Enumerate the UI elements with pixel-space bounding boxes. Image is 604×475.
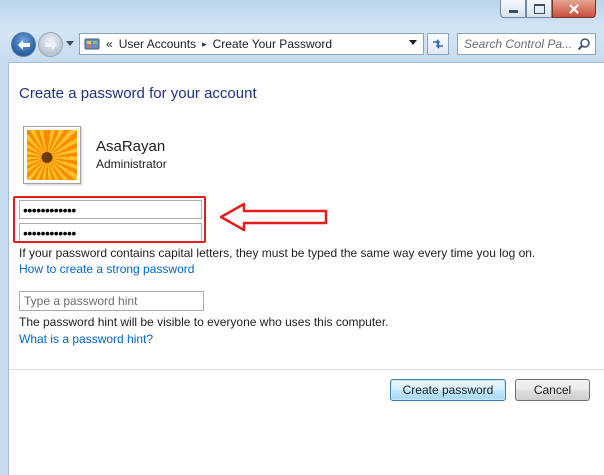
- user-name: AsaRayan: [96, 138, 166, 155]
- search-input[interactable]: [464, 37, 576, 51]
- minimize-icon: [508, 10, 518, 13]
- hint-visibility-note: The password hint will be visible to eve…: [19, 315, 389, 329]
- minimize-button[interactable]: [500, 0, 526, 18]
- password-hint-field[interactable]: [19, 291, 204, 311]
- maximize-icon: [533, 3, 545, 14]
- breadcrumb-create-password[interactable]: Create Your Password: [213, 37, 332, 51]
- user-avatar: [23, 126, 81, 184]
- maximize-button[interactable]: [526, 0, 552, 18]
- red-arrow-annotation: [219, 202, 328, 232]
- breadcrumb-user-accounts[interactable]: User Accounts: [119, 37, 196, 51]
- red-highlight-box: [13, 196, 206, 243]
- forward-button[interactable]: [38, 32, 63, 57]
- breadcrumb-overflow[interactable]: «: [106, 37, 113, 51]
- caption-buttons: [500, 0, 596, 18]
- control-panel-icon: [84, 38, 100, 50]
- content-pane: Create a password for your account AsaRa…: [8, 62, 604, 475]
- forward-arrow-icon: [44, 39, 57, 50]
- navigation-bar: « User Accounts ▸ Create Your Password: [0, 31, 604, 59]
- refresh-icon: [433, 39, 443, 49]
- address-dropdown-icon[interactable]: [408, 39, 418, 47]
- window-frame: « User Accounts ▸ Create Your Password S…: [0, 0, 604, 475]
- close-icon: [569, 3, 579, 14]
- create-password-button[interactable]: Create password: [390, 379, 506, 401]
- breadcrumb-separator-icon[interactable]: ▸: [202, 39, 207, 50]
- back-button[interactable]: [11, 32, 36, 57]
- divider: [9, 369, 604, 370]
- back-arrow-icon: [17, 39, 30, 50]
- password-hint-help-link[interactable]: What is a password hint?: [19, 332, 153, 346]
- search-box[interactable]: [457, 33, 596, 55]
- search-icon[interactable]: [577, 37, 591, 51]
- cancel-button[interactable]: Cancel: [515, 379, 590, 401]
- flower-picture-icon: [27, 130, 77, 180]
- capital-letters-note: If your password contains capital letter…: [19, 246, 536, 260]
- address-bar[interactable]: « User Accounts ▸ Create Your Password: [79, 33, 424, 55]
- page-title: Create a password for your account: [19, 85, 257, 102]
- close-button[interactable]: [552, 0, 596, 18]
- user-role: Administrator: [96, 157, 167, 171]
- recent-pages-dropdown-icon[interactable]: [65, 40, 75, 48]
- refresh-button[interactable]: [427, 33, 449, 55]
- strong-password-link[interactable]: How to create a strong password: [19, 262, 194, 276]
- breadcrumb: « User Accounts ▸ Create Your Password: [100, 37, 332, 51]
